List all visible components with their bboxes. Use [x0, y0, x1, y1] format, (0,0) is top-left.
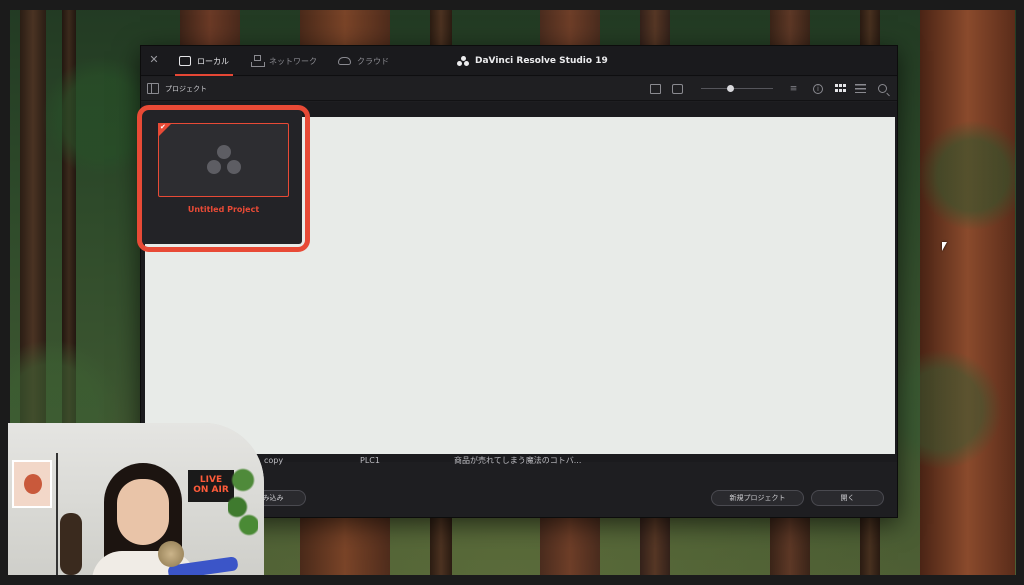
screen-frame: [0, 575, 1024, 585]
tab-label: クラウド: [357, 56, 389, 66]
davinci-logo-icon: [457, 55, 469, 67]
mouse-cursor-icon: [942, 242, 947, 251]
list-item-note: 商品が売れてしまう魔法のコトバ...: [454, 456, 582, 465]
zoom-slider-handle[interactable]: [727, 85, 734, 92]
app-title-text: DaVinci Resolve Studio 19: [475, 56, 608, 66]
tab-network[interactable]: ネットワーク: [251, 46, 317, 76]
sidebar-toggle-icon[interactable]: [147, 83, 159, 94]
app-title: DaVinci Resolve Studio 19: [457, 46, 608, 76]
new-project-button[interactable]: 新規プロジェクト: [711, 490, 804, 506]
webcam-poster: [12, 460, 52, 508]
tab-label: ネットワーク: [269, 56, 317, 66]
webcam-plant: [228, 453, 258, 543]
list-item-resolution: PLC1: [360, 456, 380, 465]
webcam-guitar: [60, 513, 82, 575]
network-icon: [251, 55, 265, 67]
title-bar: ✕ ローカル ネットワーク クラウド DaVinci Resolve Studi…: [141, 46, 897, 76]
list-view-icon[interactable]: [855, 84, 866, 93]
monitor-icon[interactable]: [672, 84, 683, 94]
cloud-icon: [338, 57, 351, 65]
screen-frame: [1016, 0, 1024, 585]
webcam-overlay: LIVE ON AIR: [8, 423, 264, 575]
close-icon[interactable]: ✕: [147, 53, 161, 67]
grid-view-icon[interactable]: [835, 84, 846, 93]
screen-frame: [0, 0, 1024, 10]
highlight-annotation: [137, 105, 310, 252]
open-button[interactable]: 開く: [811, 490, 884, 506]
toolbar: プロジェクト ≡ i: [141, 77, 897, 101]
drive-icon: [179, 56, 191, 66]
list-item-name[interactable]: copy: [264, 455, 283, 467]
presenter-face: [117, 479, 169, 545]
sort-icon[interactable]: ≡: [788, 84, 799, 94]
search-icon[interactable]: [878, 84, 887, 93]
tab-local[interactable]: ローカル: [175, 46, 233, 76]
info-icon[interactable]: i: [813, 84, 823, 94]
new-folder-icon[interactable]: [650, 84, 661, 94]
zoom-slider[interactable]: [701, 88, 773, 89]
breadcrumb[interactable]: プロジェクト: [165, 77, 207, 101]
tab-cloud[interactable]: クラウド: [338, 46, 389, 76]
microphone-icon: [158, 541, 184, 567]
tab-label: ローカル: [197, 56, 229, 66]
